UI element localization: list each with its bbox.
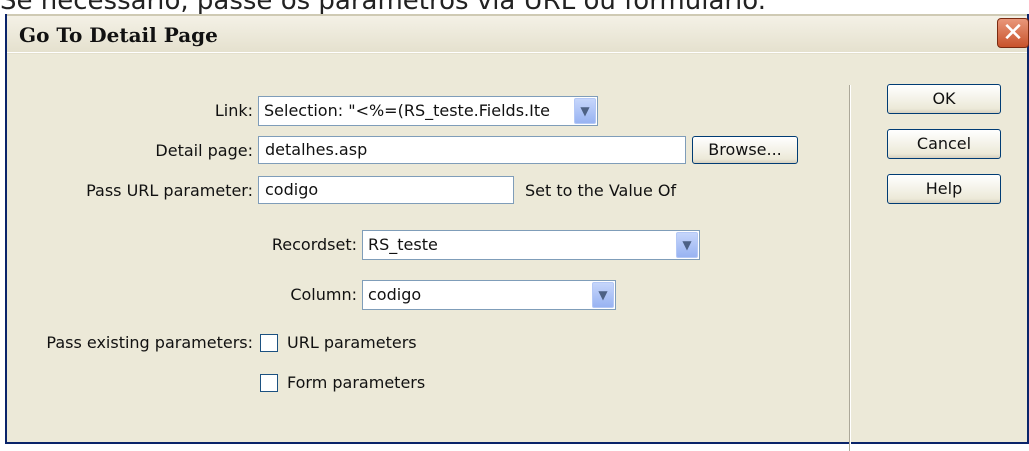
cancel-button[interactable]: Cancel xyxy=(887,129,1001,159)
recordset-select-value: RS_teste xyxy=(368,235,438,254)
url-parameters-label[interactable]: URL parameters xyxy=(287,333,417,352)
pass-url-parameter-input[interactable]: codigo xyxy=(258,176,514,204)
help-button[interactable]: Help xyxy=(887,174,1001,204)
chevron-down-icon[interactable]: ▼ xyxy=(592,282,614,308)
close-icon: ✕ xyxy=(1002,18,1024,48)
column-select-value: codigo xyxy=(368,285,422,304)
title-bar[interactable]: Go To Detail Page ✕ xyxy=(7,14,1029,54)
chevron-down-icon[interactable]: ▼ xyxy=(676,232,698,258)
pass-existing-parameters-label: Pass existing parameters: xyxy=(46,333,253,352)
pass-url-parameter-label: Pass URL parameter: xyxy=(86,181,253,200)
recordset-label: Recordset: xyxy=(271,235,357,254)
set-to-value-label: Set to the Value Of xyxy=(525,181,677,200)
close-button[interactable]: ✕ xyxy=(997,18,1029,48)
detail-page-input[interactable]: detalhes.asp xyxy=(258,136,686,164)
link-select-value: Selection: "<%=(RS_teste.Fields.Ite xyxy=(264,101,550,120)
chevron-down-icon[interactable]: ▼ xyxy=(574,98,596,124)
browse-button[interactable]: Browse... xyxy=(692,136,798,164)
link-select[interactable]: Selection: "<%=(RS_teste.Fields.Ite ▼ xyxy=(258,96,598,126)
recordset-select[interactable]: RS_teste ▼ xyxy=(362,230,700,260)
url-parameters-checkbox[interactable] xyxy=(260,334,278,352)
column-label: Column: xyxy=(290,285,357,304)
dialog-window: Go To Detail Page ✕ Link: Selection: "<%… xyxy=(5,14,1029,451)
ok-button[interactable]: OK xyxy=(887,84,1001,114)
dialog-title: Go To Detail Page xyxy=(19,23,218,47)
form-parameters-checkbox[interactable] xyxy=(260,374,278,392)
column-select[interactable]: codigo ▼ xyxy=(362,280,616,310)
vertical-divider xyxy=(849,85,851,451)
link-label: Link: xyxy=(214,101,253,120)
dialog-content: Link: Selection: "<%=(RS_teste.Fields.It… xyxy=(7,52,1027,451)
detail-page-label: Detail page: xyxy=(155,141,253,160)
form-parameters-label[interactable]: Form parameters xyxy=(287,373,425,392)
